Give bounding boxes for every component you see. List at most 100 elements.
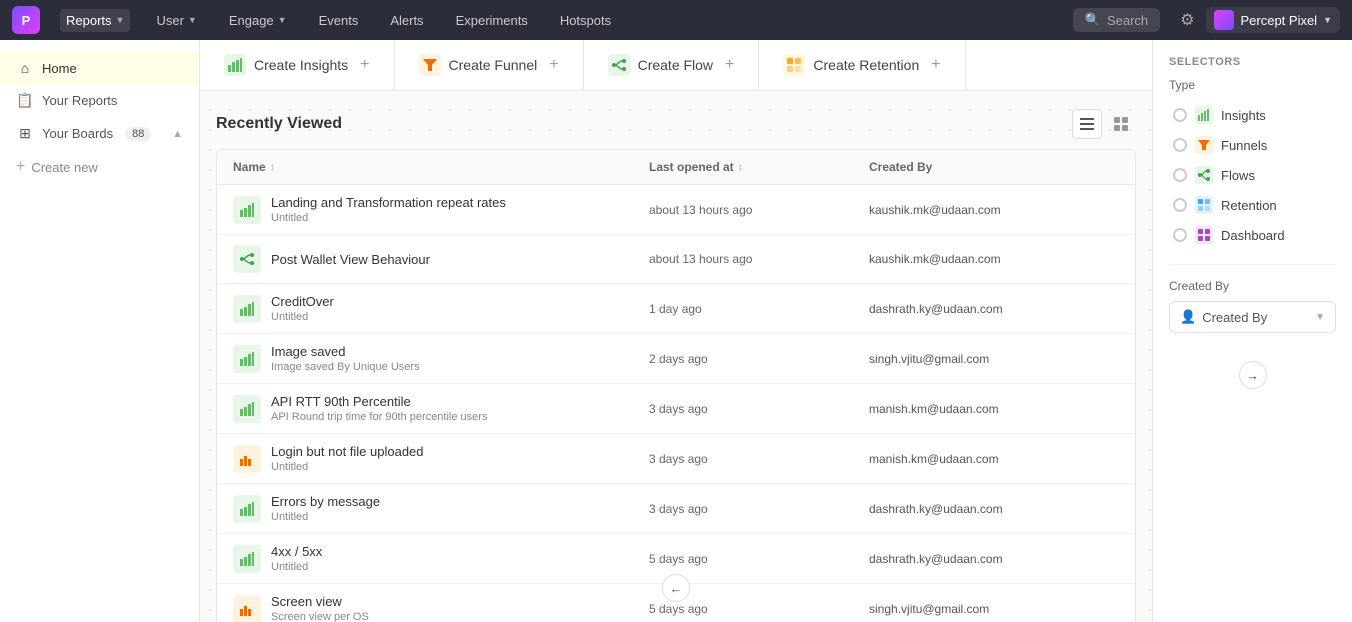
row-name-cell: API RTT 90th Percentile API Round trip t… — [233, 394, 649, 423]
person-icon: 👤 — [1180, 309, 1196, 325]
nav-experiments[interactable]: Experiments — [450, 9, 534, 32]
created-by-filter[interactable]: 👤 Created By ▼ — [1169, 301, 1336, 333]
row-name-cell: Post Wallet View Behaviour — [233, 245, 649, 273]
recently-viewed-table: Name ↕ Last opened at ↕ Created By Landi… — [216, 149, 1136, 622]
row-name-cell: CreditOver Untitled — [233, 294, 649, 323]
sidebar-item-home[interactable]: ⌂ Home — [0, 52, 199, 84]
column-created-by: Created By — [869, 160, 1119, 174]
filter-radio — [1173, 228, 1187, 242]
create-insights-button[interactable]: Create Insights + — [200, 40, 395, 90]
row-creator: dashrath.ky@udaan.com — [869, 502, 1119, 516]
grid-view-button[interactable] — [1106, 109, 1136, 139]
filter-radio — [1173, 108, 1187, 122]
row-time: 5 days ago — [649, 602, 869, 616]
table-row[interactable]: CreditOver Untitled 1 day ago dashrath.k… — [217, 284, 1135, 334]
row-time: 1 day ago — [649, 302, 869, 316]
filter-type-item[interactable]: Insights — [1169, 100, 1336, 130]
table-header: Name ↕ Last opened at ↕ Created By — [217, 150, 1135, 185]
sidebar-item-your-reports[interactable]: 📋 Your Reports — [0, 84, 199, 117]
row-title: Landing and Transformation repeat rates — [271, 195, 506, 210]
row-time: about 13 hours ago — [649, 203, 869, 217]
create-bar: Create Insights + Create Funnel + Create… — [200, 40, 1152, 91]
row-time: 3 days ago — [649, 502, 869, 516]
row-type-icon — [233, 245, 261, 273]
recently-viewed-title: Recently Viewed — [216, 115, 342, 133]
filter-type-item[interactable]: Flows — [1169, 160, 1336, 190]
row-type-icon — [233, 345, 261, 373]
row-subtitle: Untitled — [271, 311, 334, 323]
row-subtitle: Untitled — [271, 461, 424, 473]
filter-icon — [1195, 106, 1213, 124]
sidebar-item-your-boards[interactable]: ⊞ Your Boards 88 ▲ — [0, 117, 199, 150]
table-row[interactable]: Image saved Image saved By Unique Users … — [217, 334, 1135, 384]
row-title: 4xx / 5xx — [271, 544, 322, 559]
filter-icon — [1195, 226, 1213, 244]
table-body: Landing and Transformation repeat rates … — [217, 185, 1135, 622]
create-new-button[interactable]: + Create new — [0, 150, 199, 184]
user-avatar — [1214, 10, 1234, 30]
row-text: Landing and Transformation repeat rates … — [271, 195, 506, 224]
table-row[interactable]: Post Wallet View Behaviour about 13 hour… — [217, 235, 1135, 284]
nav-right: ⚙ Percept Pixel ▼ — [1180, 7, 1340, 33]
nav-hotspots[interactable]: Hotspots — [554, 9, 617, 32]
nav-reports[interactable]: Reports ▼ — [60, 9, 130, 32]
filter-icon — [1195, 136, 1213, 154]
create-flow-icon — [608, 54, 630, 76]
column-name: Name ↕ — [233, 160, 649, 174]
name-sort-icon[interactable]: ↕ — [270, 162, 275, 173]
boards-collapse-icon: ▲ — [172, 128, 183, 140]
right-panel: Selectors Type Insights Funnels Flows Re… — [1152, 40, 1352, 622]
table-row[interactable]: Landing and Transformation repeat rates … — [217, 185, 1135, 235]
created-by-dropdown-icon: ▼ — [1315, 312, 1325, 323]
create-retention-icon — [783, 54, 805, 76]
filter-radio — [1173, 138, 1187, 152]
user-dropdown-icon: ▼ — [188, 15, 197, 25]
row-creator: dashrath.ky@udaan.com — [869, 552, 1119, 566]
logo-icon[interactable]: P — [12, 6, 40, 34]
row-creator: singh.vjitu@gmail.com — [869, 602, 1119, 616]
create-flow-button[interactable]: Create Flow + — [584, 40, 760, 90]
nav-events[interactable]: Events — [313, 9, 365, 32]
row-name-cell: Landing and Transformation repeat rates … — [233, 195, 649, 224]
filter-radio — [1173, 168, 1187, 182]
nav-engage[interactable]: Engage ▼ — [223, 9, 293, 32]
settings-icon[interactable]: ⚙ — [1180, 10, 1194, 30]
filter-label: Insights — [1221, 108, 1266, 123]
row-time: 3 days ago — [649, 402, 869, 416]
nav-alerts[interactable]: Alerts — [384, 9, 429, 32]
row-time: 2 days ago — [649, 352, 869, 366]
scroll-right-button[interactable]: → — [1239, 361, 1267, 389]
filter-label: Funnels — [1221, 138, 1267, 153]
view-toggle-group — [1072, 109, 1136, 139]
top-navigation: P Reports ▼ User ▼ Engage ▼ Events Alert… — [0, 0, 1352, 40]
row-time: about 13 hours ago — [649, 252, 869, 266]
search-button[interactable]: 🔍 Search — [1073, 8, 1160, 32]
reports-dropdown-icon: ▼ — [116, 15, 125, 25]
row-title: Post Wallet View Behaviour — [271, 252, 430, 267]
row-type-icon — [233, 395, 261, 423]
list-view-button[interactable] — [1072, 109, 1102, 139]
filter-type-item[interactable]: Dashboard — [1169, 220, 1336, 250]
table-row[interactable]: Login but not file uploaded Untitled 3 d… — [217, 434, 1135, 484]
row-name-cell: Image saved Image saved By Unique Users — [233, 344, 649, 373]
panel-divider — [1169, 264, 1336, 265]
time-sort-icon[interactable]: ↕ — [738, 162, 743, 173]
filter-type-item[interactable]: Retention — [1169, 190, 1336, 220]
table-row[interactable]: API RTT 90th Percentile API Round trip t… — [217, 384, 1135, 434]
row-time: 5 days ago — [649, 552, 869, 566]
row-subtitle: Untitled — [271, 511, 380, 523]
row-time: 3 days ago — [649, 452, 869, 466]
row-creator: manish.km@udaan.com — [869, 402, 1119, 416]
nav-user[interactable]: User ▼ — [150, 9, 202, 32]
filter-type-item[interactable]: Funnels — [1169, 130, 1336, 160]
row-subtitle: Screen view per OS — [271, 611, 369, 622]
filter-types-list: Insights Funnels Flows Retention Dashboa… — [1169, 100, 1336, 250]
user-menu[interactable]: Percept Pixel ▼ — [1206, 7, 1340, 33]
create-retention-button[interactable]: Create Retention + — [759, 40, 965, 90]
create-funnel-icon — [419, 54, 441, 76]
create-funnel-button[interactable]: Create Funnel + — [395, 40, 584, 90]
row-subtitle: API Round trip time for 90th percentile … — [271, 411, 487, 423]
sidebar: ⌂ Home 📋 Your Reports ⊞ Your Boards 88 ▲… — [0, 40, 200, 622]
table-row[interactable]: Errors by message Untitled 3 days ago da… — [217, 484, 1135, 534]
row-title: Image saved — [271, 344, 420, 359]
